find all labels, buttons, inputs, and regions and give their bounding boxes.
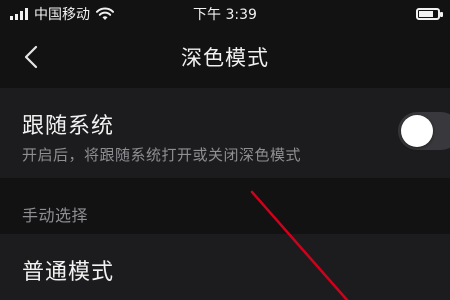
dark-mode-settings-screen: 中国移动 下午 3:39 深色模式 跟随系统 开启后，将跟随系统打开或关闭深色模… <box>0 0 450 300</box>
chevron-left-icon <box>24 45 38 69</box>
status-bar: 中国移动 下午 3:39 <box>0 0 450 28</box>
normal-mode-label: 普通模式 <box>22 260 115 285</box>
carrier-name: 中国移动 <box>34 7 90 23</box>
follow-system-row[interactable]: 跟随系统 开启后，将跟随系统打开或关闭深色模式 <box>0 88 450 178</box>
normal-mode-row[interactable]: 普通模式 <box>0 234 450 300</box>
follow-system-toggle[interactable] <box>398 112 450 150</box>
status-left: 中国移动 <box>10 4 114 24</box>
manual-select-section-header: 手动选择 <box>22 206 89 225</box>
back-button[interactable] <box>14 40 48 74</box>
navigation-bar: 深色模式 <box>0 28 450 86</box>
follow-system-label: 跟随系统 <box>22 114 115 139</box>
toggle-knob <box>401 115 433 147</box>
wifi-icon <box>96 7 114 20</box>
follow-system-description: 开启后，将跟随系统打开或关闭深色模式 <box>22 146 302 164</box>
status-right <box>416 8 443 20</box>
page-title: 深色模式 <box>181 46 269 70</box>
battery-icon <box>416 8 443 20</box>
cellular-signal-icon <box>10 8 28 20</box>
